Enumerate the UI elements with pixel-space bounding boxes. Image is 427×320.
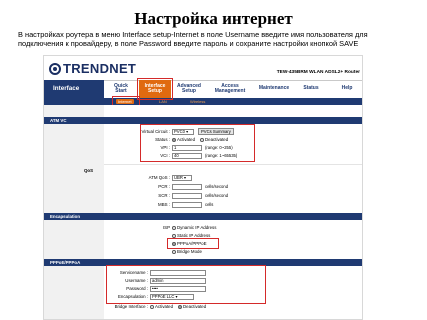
section-qos: QoS [84,168,94,173]
select-value: UBR [174,175,183,180]
highlight-pppoe-option [167,238,219,249]
section-title: ATM VC [50,118,67,123]
tab-maintenance[interactable]: Maintenance [254,80,294,98]
isp-label: ISP [124,224,170,231]
section-atm-vc: ATM VC [44,117,362,124]
router-header: TRENDNET TEW-435BRM WLAN ADSL2+ Router [44,56,362,80]
radio-selected-icon [178,305,182,309]
nav-section-label: Interface [53,85,80,92]
section-title: PPPoE/PPPoA [50,260,81,265]
bridge-interface-label: Bridge Interface : [104,303,148,310]
isp-dynamic-ip-radio[interactable]: Dynamic IP Address [172,224,216,231]
highlight-credentials [106,265,266,304]
tab-access-management[interactable]: Access Management [208,80,252,98]
radio-icon [172,250,176,254]
tab-label: Setup [182,88,196,94]
field-label: Bridge Interface : [114,304,148,309]
tab-label: Help [341,85,353,92]
tab-status[interactable]: Status [297,80,325,98]
bridge-deactivated-radio[interactable]: Deactivated [178,303,206,310]
highlight-atm-settings [140,124,255,162]
slide-description-line-2: подключения к провайдеру, в поле Passwor… [18,39,359,48]
field-label: SCR : [158,193,170,198]
field-label: ISP [162,225,170,230]
brand-name: TRENDNET [63,61,137,76]
tab-label: Maintenance [258,85,290,92]
trendnet-logo-icon [49,63,61,75]
scr-input[interactable] [172,193,202,199]
radio-icon [172,226,176,230]
section-title: Encapsulation [50,214,81,219]
slide-title: Настройка интернет [134,9,293,28]
pcr-input[interactable] [172,184,202,190]
isp-bridge-mode-radio[interactable]: Bridge Mode [172,248,202,255]
scr-label: SCR : [124,192,170,199]
mbs-unit: cells [205,202,214,207]
slide-description-line-1: В настройках роутера в меню Interface se… [18,30,368,39]
radio-icon [150,305,154,309]
section-encapsulation: Encapsulation [44,213,362,220]
field-label: PCR : [158,184,170,189]
slide-description: В настройках роутера в меню Interface se… [18,30,418,48]
field-label: MBS : [158,202,170,207]
highlight-interface-setup [137,78,173,100]
scr-unit: cells/second [205,193,229,198]
tab-label: Status [303,85,319,92]
pcr-label: PCR : [124,183,170,190]
atm-qos-label: ATM QoS : [124,174,170,181]
atm-qos-select[interactable]: UBR ▾ [172,175,192,181]
tab-label: Management [214,88,246,94]
chevron-down-icon: ▾ [184,175,187,180]
tab-help[interactable]: Help [334,80,360,98]
radio-label: Dynamic IP Address [177,225,217,230]
tab-advanced-setup[interactable]: Advanced Setup [172,80,206,98]
divider [104,164,362,165]
router-screenshot: TRENDNET TEW-435BRM WLAN ADSL2+ Router I… [43,55,363,320]
tab-label: Start [115,88,127,94]
bridge-activated-radio[interactable]: Activated [150,303,173,310]
mbs-label: MBS : [124,201,170,208]
subtab-wireless[interactable]: Wireless [190,99,205,104]
radio-label: Bridge Mode [177,249,202,254]
pcr-unit: cells/second [205,184,229,189]
mbs-input[interactable] [172,202,202,208]
router-model: TEW-435BRM WLAN ADSL2+ Router [276,70,360,75]
radio-label: Deactivated [183,304,207,309]
radio-label: Activated [155,304,174,309]
nav-section-title: Interface [44,80,104,98]
field-label: ATM QoS : [148,175,170,180]
trendnet-logo: TRENDNET [49,61,136,76]
